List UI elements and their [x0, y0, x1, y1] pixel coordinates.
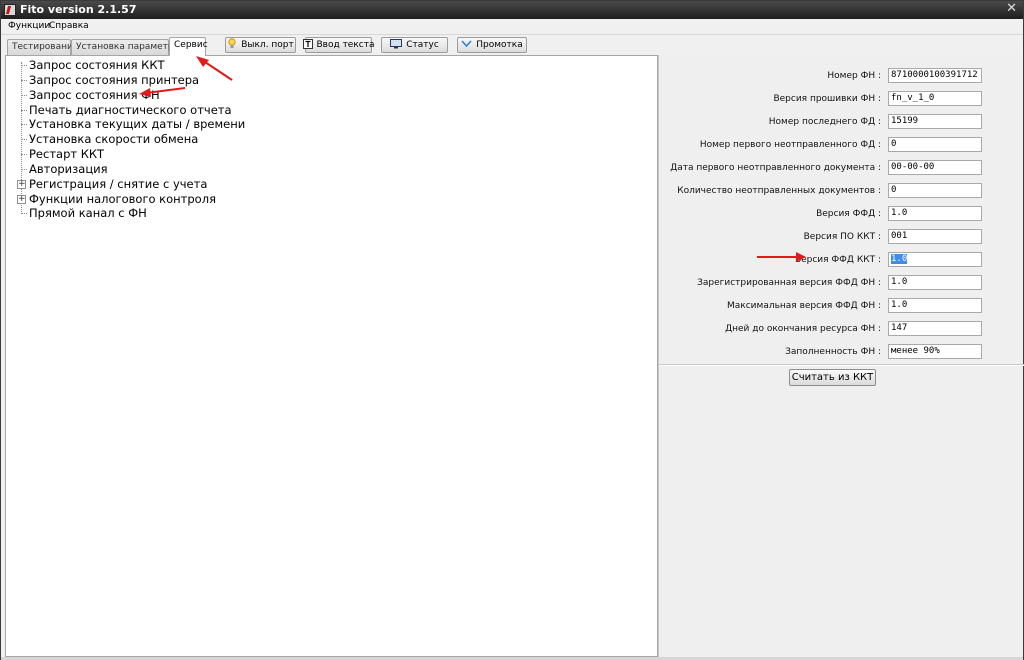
first-unsent-date-label: Дата первого неотправленного документа : [670, 163, 881, 173]
kkt-software-version-label: Версия ПО ККТ : [803, 232, 881, 242]
tree-item-direct-channel[interactable]: Прямой канал с ФН [6, 206, 366, 221]
panel-divider [659, 364, 1024, 366]
read-from-kkt-button[interactable]: Считать из ККТ [789, 369, 876, 386]
registered-ffd-version-label: Зарегистрированная версия ФФД ФН : [697, 278, 881, 288]
last-fd-label: Номер последнего ФД : [768, 117, 881, 127]
tree-item-registration[interactable]: + Регистрация / снятие с учета [6, 177, 366, 192]
expand-icon[interactable]: + [17, 195, 26, 204]
fn-firmware-field[interactable]: fn_v_1_0 [888, 91, 982, 106]
tree-item-label: Регистрация / снятие с учета [29, 177, 208, 191]
tab-testing[interactable]: Тестирование [7, 39, 78, 55]
kkt-ffd-version-field[interactable]: 1.0 [888, 252, 982, 267]
bulb-icon [227, 38, 237, 52]
kkt-ffd-version-label: Версия ФФД ККТ : [794, 255, 881, 265]
port-off-label: Выкл. порт [241, 40, 294, 50]
tree-item-label: Рестарт ККТ [29, 147, 105, 161]
tree-item-label: Установка текущих даты / времени [29, 117, 246, 131]
tree-item-label: Прямой канал с ФН [29, 206, 147, 220]
monitor-icon [390, 38, 403, 52]
selected-text: 1.0 [891, 254, 908, 264]
tree-item-tax-control[interactable]: + Функции налогового контроля [6, 192, 366, 207]
fn-fill-field[interactable]: менее 90% [888, 344, 982, 359]
fn-number-field[interactable]: 8710000100391712 [888, 68, 982, 83]
status-button[interactable]: Статус [381, 37, 448, 53]
first-unsent-date-field[interactable]: 00-00-00 [888, 160, 982, 175]
tree-item-label: Запрос состояния принтера [29, 73, 200, 87]
feed-label: Промотка [476, 40, 523, 50]
tree-item-printer-status[interactable]: Запрос состояния принтера [6, 73, 366, 88]
status-label: Статус [406, 40, 439, 50]
unsent-count-label: Количество неотправленных документов : [677, 186, 881, 196]
days-left-label: Дней до окончания ресурса ФН : [725, 324, 881, 334]
last-fd-field[interactable]: 15199 [888, 114, 982, 129]
tree-item-baud-rate[interactable]: Установка скорости обмена [6, 132, 366, 147]
text-input-button[interactable]: Ввод текста [302, 37, 375, 53]
menu-help[interactable]: Справка [49, 21, 89, 31]
tree-item-kkt-status[interactable]: Запрос состояния ККТ [6, 58, 366, 73]
close-icon[interactable]: ✕ [1006, 1, 1017, 16]
tree-item-label: Запрос состояния ККТ [29, 58, 165, 72]
text-input-label: Ввод текста [316, 40, 375, 50]
tree-item-label: Запрос состояния ФН [29, 88, 160, 102]
expand-icon[interactable]: + [17, 180, 26, 189]
chevron-down-icon [461, 39, 472, 51]
tree-item-authorization[interactable]: Авторизация [6, 162, 366, 177]
first-unsent-fd-label: Номер первого неотправленного ФД : [699, 140, 881, 150]
tree-item-restart-kkt[interactable]: Рестарт ККТ [6, 147, 366, 162]
app-window: Fito version 2.1.57 ✕ Функции Справка Те… [0, 0, 1024, 660]
tree-item-label: Функции налогового контроля [29, 192, 216, 206]
unsent-count-field[interactable]: 0 [888, 183, 982, 198]
app-logo-icon [4, 4, 16, 16]
fn-fill-label: Заполненность ФН : [785, 347, 881, 357]
window-title: Fito version 2.1.57 [20, 3, 137, 16]
ffd-version-label: Версия ФФД : [816, 209, 881, 219]
first-unsent-fd-field[interactable]: 0 [888, 137, 982, 152]
days-left-field[interactable]: 147 [888, 321, 982, 336]
kkt-software-version-field[interactable]: 001 [888, 229, 982, 244]
service-tree-panel: Запрос состояния ККТ Запрос состояния пр… [5, 55, 658, 657]
port-off-button[interactable]: Выкл. порт [225, 37, 296, 53]
tree-item-set-datetime[interactable]: Установка текущих даты / времени [6, 117, 366, 132]
fn-info-panel: Номер ФН : 8710000100391712 Версия проши… [658, 55, 1024, 657]
max-ffd-version-field[interactable]: 1.0 [888, 298, 982, 313]
tab-settings[interactable]: Установка параметров [71, 39, 184, 55]
tab-service[interactable]: Сервис [169, 37, 208, 56]
max-ffd-version-label: Максимальная версия ФФД ФН : [727, 301, 881, 311]
feed-button[interactable]: Промотка [457, 37, 527, 53]
text-input-icon [302, 38, 313, 52]
menu-functions[interactable]: Функции [8, 21, 50, 31]
tree-item-label: Авторизация [29, 162, 108, 176]
fn-number-label: Номер ФН : [827, 71, 881, 81]
ffd-version-field[interactable]: 1.0 [888, 206, 982, 221]
tree-item-label: Установка скорости обмена [29, 132, 199, 146]
fn-firmware-label: Версия прошивки ФН : [773, 94, 881, 104]
menu-bar: Функции Справка [1, 19, 1023, 35]
title-bar: Fito version 2.1.57 ✕ [1, 1, 1023, 19]
tree-item-fn-status[interactable]: Запрос состояния ФН [6, 88, 366, 103]
registered-ffd-version-field[interactable]: 1.0 [888, 275, 982, 290]
tree-item-diagnostic-report[interactable]: Печать диагностического отчета [6, 103, 366, 118]
tree-item-label: Печать диагностического отчета [29, 103, 232, 117]
